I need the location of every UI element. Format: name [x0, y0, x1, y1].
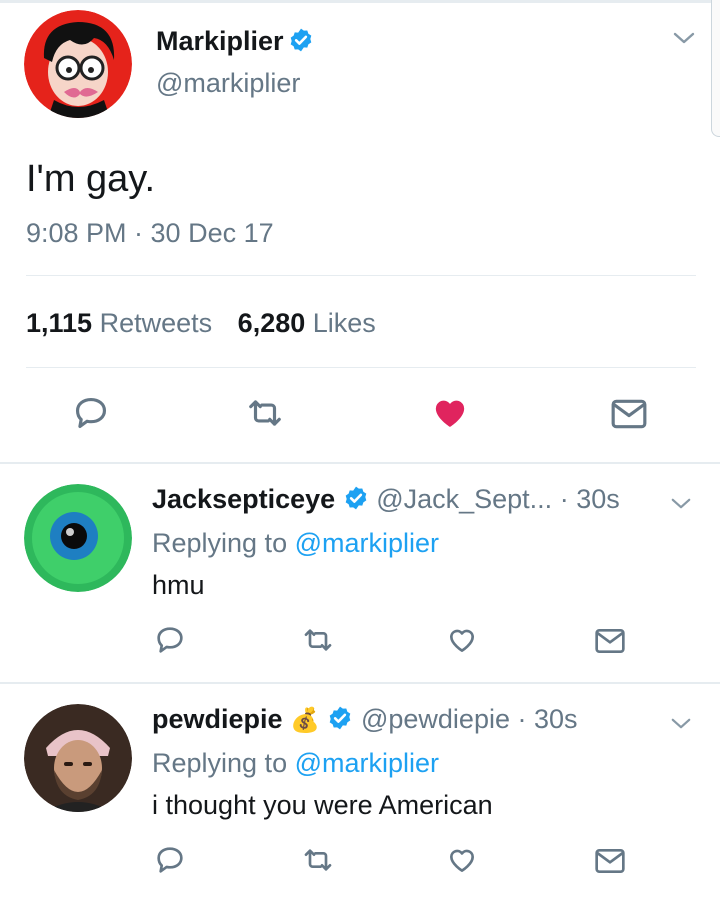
replying-to-handle[interactable]: @markiplier: [295, 528, 439, 558]
chevron-down-icon[interactable]: [670, 496, 692, 511]
retweet-icon[interactable]: [302, 844, 334, 876]
likes-stat[interactable]: 6,280 Likes: [238, 308, 376, 338]
reply-icon[interactable]: [154, 844, 186, 876]
retweets-stat[interactable]: 1,115 Retweets: [26, 308, 212, 338]
replying-to-prefix: Replying to: [152, 528, 288, 558]
dm-icon[interactable]: [594, 846, 626, 876]
main-tweet: Markiplier @markiplier I'm gay. 9:08 PM …: [0, 0, 720, 462]
reply-header: pewdiepie 💰 @pewdiepie · 30s: [152, 704, 578, 738]
reply-text: hmu: [152, 570, 205, 600]
verified-icon: [343, 485, 369, 518]
chevron-down-icon[interactable]: [670, 716, 692, 731]
likes-label: Likes: [312, 308, 376, 338]
retweets-label: Retweets: [99, 308, 213, 338]
reply-author-handle[interactable]: @Jack_Sept...: [376, 484, 552, 514]
retweet-icon[interactable]: [246, 394, 284, 432]
reply-icon[interactable]: [154, 624, 186, 656]
tweet-timestamp[interactable]: 9:08 PM · 30 Dec 17: [26, 218, 274, 249]
replying-to-prefix: Replying to: [152, 748, 288, 778]
retweet-icon[interactable]: [302, 624, 334, 656]
divider: [26, 275, 696, 276]
like-icon[interactable]: [430, 392, 470, 432]
money-bag-icon: 💰: [290, 707, 320, 734]
divider: [26, 367, 696, 368]
reply-tweet[interactable]: Jacksepticeye @Jack_Sept... · 30s Replyi…: [0, 464, 720, 682]
tweet-stats: 1,115 Retweets 6,280 Likes: [26, 308, 376, 339]
reply-icon[interactable]: [72, 394, 110, 432]
dm-icon[interactable]: [610, 396, 648, 432]
author-name[interactable]: Markiplier: [156, 26, 284, 56]
reply-header: Jacksepticeye @Jack_Sept... · 30s: [152, 484, 620, 518]
replying-to: Replying to @markiplier: [152, 528, 439, 559]
avatar-markiplier[interactable]: [24, 10, 132, 118]
dm-icon[interactable]: [594, 626, 626, 656]
chevron-down-icon[interactable]: [672, 30, 696, 46]
reply-tweet[interactable]: pewdiepie 💰 @pewdiepie · 30s Replying to…: [0, 684, 720, 900]
avatar-pewdiepie[interactable]: [24, 704, 132, 812]
likes-count: 6,280: [237, 308, 306, 338]
reply-time[interactable]: · 30s: [560, 484, 620, 514]
like-icon[interactable]: [446, 844, 478, 876]
verified-icon: [288, 27, 314, 58]
reply-author-handle[interactable]: @pewdiepie: [361, 704, 510, 734]
author-handle[interactable]: @markiplier: [156, 68, 300, 99]
replying-to-handle[interactable]: @markiplier: [295, 748, 439, 778]
like-icon[interactable]: [446, 624, 478, 656]
avatar-jacksepticeye[interactable]: [24, 484, 132, 592]
reply-author-name[interactable]: Jacksepticeye: [152, 484, 335, 514]
reply-time[interactable]: · 30s: [518, 704, 578, 734]
reply-text: i thought you were American: [152, 790, 493, 820]
reply-author-name[interactable]: pewdiepie: [152, 704, 283, 734]
replying-to: Replying to @markiplier: [152, 748, 439, 779]
author-name-row: Markiplier: [156, 26, 314, 60]
verified-icon: [327, 705, 353, 738]
tweet-text: I'm gay.: [26, 158, 156, 200]
retweets-count: 1,115: [26, 308, 93, 338]
